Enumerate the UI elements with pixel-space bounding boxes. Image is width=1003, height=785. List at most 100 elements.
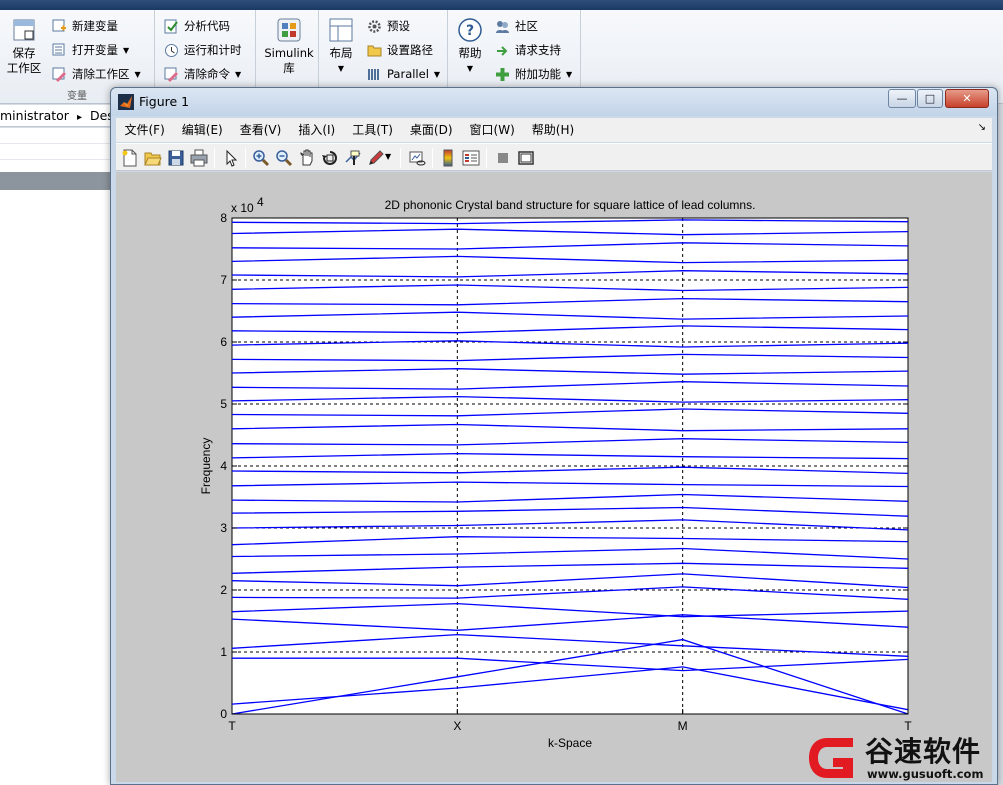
matlab-titlebar (0, 0, 1003, 10)
svg-text:?: ? (466, 23, 474, 39)
chart-title: 2D phononic Crystal band structure for s… (385, 198, 756, 212)
watermark-title: 谷速软件 (865, 735, 982, 768)
y-tick-label: 1 (220, 645, 227, 659)
menu-tools[interactable]: 工具(T) (344, 118, 402, 142)
save-workspace-label: 保存 工作区 (6, 46, 42, 75)
set-path-label: 设置路径 (387, 43, 433, 57)
chevron-down-icon: ▼ (123, 45, 130, 55)
parallel-icon (368, 68, 379, 80)
analyze-code-button[interactable]: 分析代码 (164, 16, 230, 36)
menu-window[interactable]: 窗口(W) (461, 118, 523, 142)
chevron-down-icon: ▼ (337, 64, 345, 73)
layout-button[interactable]: 布局 ▼ (326, 18, 356, 76)
minimize-icon: — (896, 92, 908, 105)
help-label: 帮助 (458, 46, 482, 60)
figure-canvas[interactable]: 012345678TXMTx 10 4 2D phononic Crystal ba… (116, 172, 992, 782)
chevron-down-icon[interactable]: ▼ (385, 152, 393, 170)
clear-workspace-icon (52, 67, 66, 82)
close-button[interactable]: ✕ (945, 89, 989, 108)
hide-tools-icon[interactable] (494, 149, 512, 167)
figure-window[interactable]: Figure 1 — □ ✕ 文件(F) 编辑(E) 查看(V) 插入(I) 工… (110, 87, 998, 785)
pointer-icon[interactable] (222, 149, 240, 167)
layout-label: 布局 (329, 46, 353, 60)
y-axis-label: Frequency (199, 438, 213, 495)
zoom-in-icon[interactable] (252, 149, 270, 167)
y-tick-label: 4 (220, 459, 227, 473)
request-support-button[interactable]: 请求支持 (495, 40, 561, 60)
legend-icon[interactable] (462, 149, 480, 167)
simulink-library-button[interactable]: Simulink 库 (263, 18, 315, 76)
current-folder-bar[interactable]: ministrator ▸ Desk (0, 105, 112, 127)
analyze-code-icon (164, 19, 178, 33)
run-and-time-label: 运行和计时 (184, 43, 242, 57)
addons-button[interactable]: 附加功能 ▼ (495, 64, 572, 84)
path-separator-icon: ▸ (76, 112, 82, 123)
dock-arrow-icon[interactable]: ↘ (978, 122, 986, 133)
analyze-code-label: 分析代码 (184, 19, 230, 33)
chevron-down-icon: ▼ (566, 69, 573, 79)
figure-toolbar: ▼ (116, 143, 992, 171)
panel-row (0, 128, 112, 144)
preferences-button[interactable]: 预设 (367, 16, 410, 36)
pan-icon[interactable] (298, 149, 316, 167)
path-user[interactable]: ministrator (0, 108, 69, 123)
clear-workspace-label: 清除工作区 (72, 67, 130, 81)
save-icon[interactable] (167, 149, 185, 167)
clear-workspace-button[interactable]: 清除工作区 ▼ (52, 64, 141, 84)
watermark: 谷速软件 www.gusuoft.com (805, 728, 1003, 785)
help-button[interactable]: ? 帮助 ▼ (455, 18, 485, 76)
menu-view[interactable]: 查看(V) (231, 118, 290, 142)
new-variable-button[interactable]: 新建变量 (52, 16, 118, 36)
data-cursor-icon[interactable] (344, 149, 362, 167)
figure-titlebar[interactable]: Figure 1 — □ ✕ (111, 88, 997, 116)
x-tick-label: M (678, 719, 688, 733)
parallel-label: Parallel (387, 67, 429, 81)
open-variable-button[interactable]: 打开变量 ▼ (52, 40, 129, 60)
colorbar-icon[interactable] (439, 149, 457, 167)
menu-insert[interactable]: 插入(I) (290, 118, 344, 142)
open-variable-icon (52, 43, 65, 55)
save-workspace-button[interactable]: 保存 工作区 (6, 18, 42, 76)
simulink-library-label: 库 (283, 61, 295, 75)
help-icon: ? (458, 18, 482, 42)
folder-icon (367, 45, 382, 56)
maximize-button[interactable]: □ (917, 89, 943, 108)
menu-help[interactable]: 帮助(H) (523, 118, 582, 142)
run-and-time-button[interactable]: 运行和计时 (164, 40, 242, 60)
y-tick-label: 2 (220, 583, 227, 597)
watermark-url: www.gusuoft.com (867, 767, 984, 781)
menu-desktop[interactable]: 桌面(D) (401, 118, 461, 142)
set-path-button[interactable]: 设置路径 (367, 40, 433, 60)
chevron-down-icon: ▼ (134, 69, 141, 79)
menu-file[interactable]: 文件(F) (116, 118, 173, 142)
community-icon (496, 20, 509, 33)
matlab-logo-icon (118, 94, 134, 110)
toolbar-separator (400, 148, 401, 168)
link-plot-icon[interactable] (408, 149, 426, 167)
path-folder[interactable]: Desk (90, 108, 112, 123)
layout-icon (329, 18, 353, 42)
x-axis-label: k-Space (548, 736, 592, 750)
y-tick-label: 5 (220, 397, 227, 411)
open-file-icon[interactable] (144, 149, 162, 167)
clear-commands-icon (164, 67, 178, 82)
new-variable-label: 新建变量 (72, 19, 118, 33)
gear-icon (368, 19, 381, 33)
zoom-out-icon[interactable] (275, 149, 293, 167)
community-label: 社区 (515, 19, 538, 33)
print-icon[interactable] (190, 149, 208, 167)
minimize-button[interactable]: — (888, 89, 916, 108)
simulink-label: Simulink (264, 46, 314, 60)
parallel-button[interactable]: Parallel ▼ (367, 64, 440, 84)
community-button[interactable]: 社区 (495, 16, 538, 36)
new-figure-icon[interactable] (121, 149, 139, 167)
rotate-3d-icon[interactable] (321, 149, 339, 167)
band-structure-plot[interactable]: 012345678T X M Tx 10 4 2D phononic Crystal ba… (116, 172, 992, 782)
chevron-down-icon: ▼ (235, 69, 242, 79)
brush-icon[interactable] (367, 149, 385, 167)
clear-commands-button[interactable]: 清除命令 ▼ (164, 64, 241, 84)
open-variable-label: 打开变量 (72, 43, 118, 57)
show-tools-icon[interactable] (517, 149, 535, 167)
menu-edit[interactable]: 编辑(E) (173, 118, 231, 142)
y-exponent: 4 (257, 195, 264, 209)
